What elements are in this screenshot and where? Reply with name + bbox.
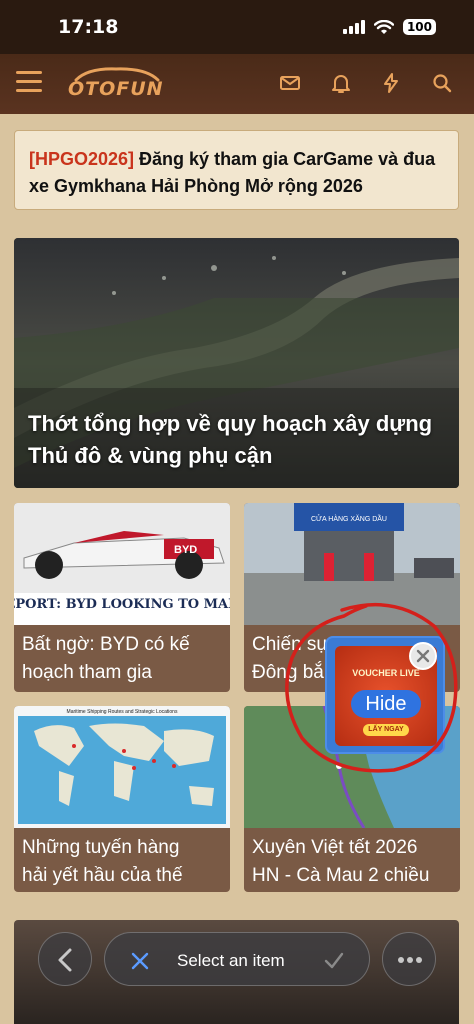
voucher-popup[interactable]: VOUCHER LIVE Hide LẤY NGAY — [325, 636, 445, 754]
more-options-button[interactable] — [382, 932, 436, 986]
card-title-line: Xuyên Việt tết 2026 — [252, 837, 418, 858]
logo-text: OTOFUN — [68, 78, 164, 100]
article-thumbnail: CỬA HÀNG XĂNG DẦU — [244, 503, 460, 625]
close-icon — [416, 649, 430, 663]
signal-icon — [342, 20, 365, 34]
event-notice-link[interactable]: [HPGO2026] Đăng ký tham gia CarGame và đ… — [14, 130, 459, 210]
card-title-line: Những tuyến hàng — [22, 837, 180, 858]
status-icons: 100 — [342, 19, 436, 35]
hero-article[interactable]: Thớt tổng hợp về quy hoạch xây dựng Thủ … — [14, 238, 459, 488]
popup-close-button[interactable] — [409, 642, 437, 670]
lightning-icon[interactable] — [379, 71, 403, 95]
card-title-line: Bất ngờ: BYD có kế — [22, 634, 190, 655]
back-button[interactable] — [38, 932, 92, 986]
article-card[interactable]: Maritime Shipping Routes and Strategic L… — [14, 706, 230, 892]
card-badge-text: BYD — [174, 544, 197, 556]
card-title: Xuyên Việt tết 2026 HN - Cà Mau 2 chiều — [252, 834, 456, 890]
mail-icon[interactable] — [278, 71, 302, 95]
card-title-line: hoạch tham gia — [22, 662, 152, 683]
claim-voucher-button[interactable]: LẤY NGAY — [363, 724, 409, 736]
map-caption: Maritime Shipping Routes and Strategic L… — [67, 709, 178, 715]
wifi-icon — [373, 19, 394, 34]
selection-pill: Select an item — [104, 932, 370, 986]
selection-toolbar: Select an item — [0, 928, 474, 990]
hero-title: Thớt tổng hợp về quy hoạch xây dựng Thủ … — [28, 411, 433, 468]
hamburger-menu-icon[interactable] — [16, 71, 42, 93]
checkmark-icon[interactable] — [321, 948, 347, 974]
hide-button[interactable]: Hide — [351, 690, 421, 718]
selection-prompt: Select an item — [177, 951, 285, 970]
site-header: OTOFUN — [0, 54, 474, 114]
site-logo[interactable]: OTOFUN — [68, 66, 164, 100]
card-title-line: hải yết hầu của thế — [22, 865, 183, 886]
notice-tag: [HPGO2026] — [29, 149, 135, 169]
card-title-line: HN - Cà Mau 2 chiều — [252, 865, 430, 886]
article-thumbnail: BYD REPORT: BYD LOOKING TO MAKE — [14, 503, 230, 625]
status-bar: 17:18 100 — [0, 0, 474, 54]
card-image-caption: REPORT: BYD LOOKING TO MAKE — [14, 597, 230, 612]
close-icon[interactable] — [127, 948, 153, 974]
more-icon — [398, 957, 422, 963]
card-title: Những tuyến hàng hải yết hầu của thế — [22, 834, 226, 890]
chevron-left-icon — [58, 948, 72, 972]
bell-icon[interactable] — [329, 71, 353, 95]
status-time: 17:18 — [58, 16, 119, 38]
article-thumbnail: Maritime Shipping Routes and Strategic L… — [14, 706, 230, 828]
card-title: Bất ngờ: BYD có kế hoạch tham gia — [22, 631, 226, 687]
article-card[interactable]: BYD REPORT: BYD LOOKING TO MAKE Bất ngờ:… — [14, 503, 230, 692]
battery-indicator: 100 — [402, 19, 436, 35]
search-icon[interactable] — [430, 71, 454, 95]
